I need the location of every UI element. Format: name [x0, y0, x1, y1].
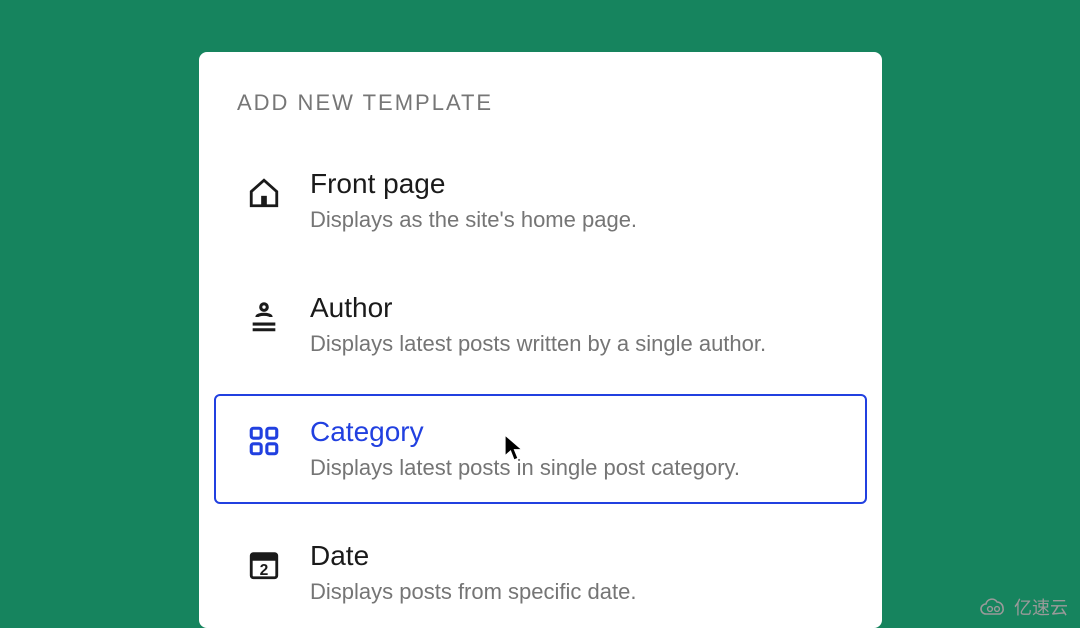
template-option-author[interactable]: Author Displays latest posts written by … — [214, 270, 867, 380]
add-template-panel: ADD NEW TEMPLATE Front page Displays as … — [199, 52, 882, 628]
template-option-text: Author Displays latest posts written by … — [310, 290, 837, 360]
template-option-text: Category Displays latest posts in single… — [310, 414, 837, 484]
template-option-front-page[interactable]: Front page Displays as the site's home p… — [214, 146, 867, 256]
template-option-desc: Displays posts from specific date. — [310, 575, 837, 608]
template-option-desc: Displays latest posts written by a singl… — [310, 327, 837, 360]
template-option-title: Author — [310, 290, 837, 325]
template-option-desc: Displays latest posts in single post cat… — [310, 451, 837, 484]
template-option-date[interactable]: 2 Date Displays posts from specific date… — [214, 518, 867, 628]
panel-heading: ADD NEW TEMPLATE — [199, 90, 882, 146]
template-option-text: Date Displays posts from specific date. — [310, 538, 837, 608]
watermark-text: 亿速云 — [1014, 594, 1068, 620]
template-option-title: Date — [310, 538, 837, 573]
date-icon: 2 — [244, 538, 284, 582]
svg-text:2: 2 — [260, 562, 269, 579]
template-option-text: Front page Displays as the site's home p… — [310, 166, 837, 236]
template-option-desc: Displays as the site's home page. — [310, 203, 837, 236]
cloud-icon — [978, 597, 1008, 617]
author-icon — [244, 290, 284, 334]
category-icon — [244, 414, 284, 458]
watermark: 亿速云 — [978, 594, 1068, 620]
template-option-category[interactable]: Category Displays latest posts in single… — [214, 394, 867, 504]
home-icon — [244, 166, 284, 210]
template-option-title: Category — [310, 414, 837, 449]
template-option-title: Front page — [310, 166, 837, 201]
